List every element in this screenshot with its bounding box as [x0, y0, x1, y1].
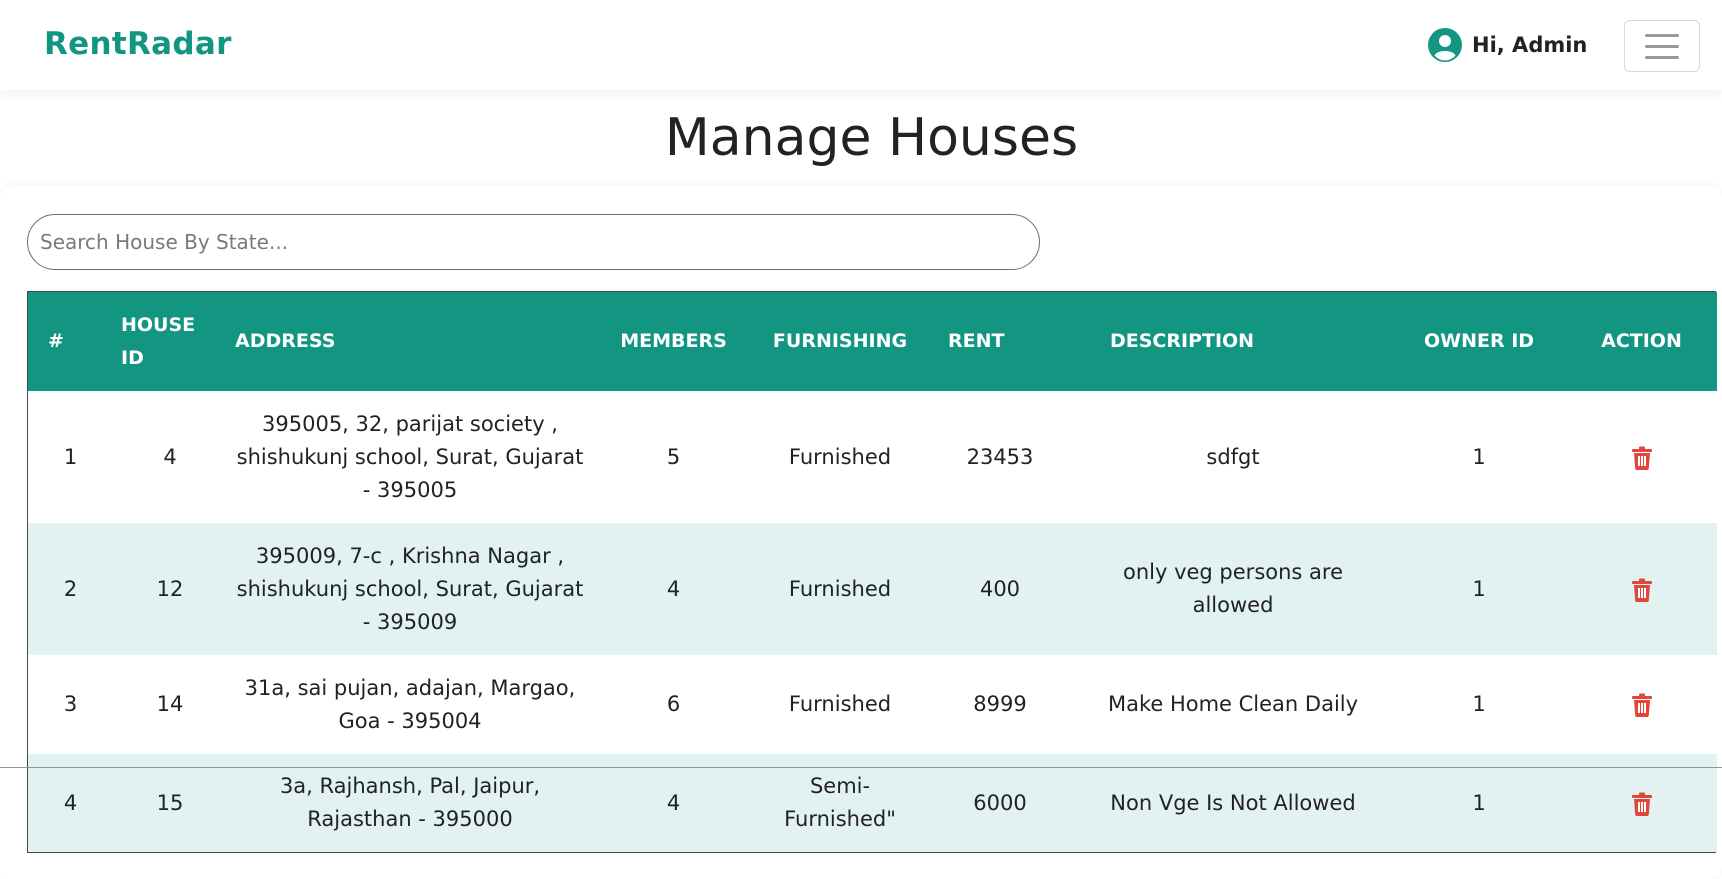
cell-rent: 23453 [966, 444, 1034, 469]
column-header-house-id: HOUSE ID [121, 313, 196, 369]
cell-members: 6 [666, 692, 681, 716]
column-header-furnishing: FURNISHING [772, 330, 908, 352]
table-header-row: # HOUSE ID ADDRESS MEMBERS FURNISHING RE… [28, 292, 1717, 391]
cell-description: Non Vge Is Not Allowed [1110, 790, 1356, 815]
hamburger-icon [1645, 33, 1679, 37]
cell-house-id: 14 [156, 692, 184, 716]
table-row: 4 15 3a, Rajhansh, Pal, Jaipur, Rajastha… [28, 754, 1717, 852]
user-circle-icon [1428, 28, 1462, 62]
cell-rent: 8999 [973, 692, 1027, 716]
column-header-rent: RENT [948, 330, 1005, 352]
trash-icon[interactable] [1631, 578, 1653, 602]
cell-members: 5 [666, 444, 681, 469]
search-input[interactable] [27, 214, 1040, 270]
cell-furnishing: Furnished [788, 444, 892, 469]
navbar: RentRadar Hi, Admin [0, 0, 1722, 90]
divider [0, 767, 1722, 768]
brand-logo[interactable]: RentRadar [44, 26, 232, 62]
cell-owner-id: 1 [1472, 444, 1486, 469]
cell-owner-id: 1 [1472, 576, 1486, 601]
cell-owner-id: 1 [1472, 790, 1486, 815]
cell-action [1566, 391, 1717, 523]
cell-house-id: 12 [156, 576, 184, 601]
cell-house-id: 15 [156, 790, 184, 815]
cell-description: sdfgt [1206, 444, 1260, 469]
cell-description: only veg persons are allowed [1122, 560, 1343, 617]
cell-number: 1 [63, 444, 78, 469]
houses-table-container: # HOUSE ID ADDRESS MEMBERS FURNISHING RE… [27, 291, 1717, 853]
houses-table: # HOUSE ID ADDRESS MEMBERS FURNISHING RE… [28, 292, 1717, 852]
trash-icon[interactable] [1631, 693, 1653, 717]
cell-house-id: 4 [163, 444, 177, 469]
cell-address: 395005, 32, parijat society , shishukunj… [236, 411, 584, 502]
cell-action [1566, 754, 1717, 852]
cell-number: 3 [63, 692, 78, 716]
cell-address: 395009, 7-c , Krishna Nagar , shishukunj… [236, 543, 584, 634]
cell-furnishing: Semi-Furnished" [784, 774, 896, 831]
user-greeting: Hi, Admin [1472, 33, 1588, 57]
cell-description: Make Home Clean Daily [1107, 692, 1359, 716]
trash-icon[interactable] [1631, 792, 1653, 816]
user-menu[interactable]: Hi, Admin [1428, 27, 1587, 63]
column-header-owner-id: OWNER ID [1423, 330, 1535, 352]
cell-members: 4 [666, 790, 681, 815]
column-header-members: MEMBERS [620, 330, 727, 352]
trash-icon[interactable] [1631, 446, 1653, 470]
page-title: Manage Houses [664, 108, 1079, 168]
cell-owner-id: 1 [1472, 692, 1486, 716]
cell-address: 31a, sai pujan, adajan, Margao, Goa - 39… [244, 675, 576, 733]
cell-members: 4 [666, 576, 681, 601]
cell-rent: 6000 [973, 790, 1027, 815]
hamburger-menu-button[interactable] [1624, 20, 1700, 72]
cell-number: 4 [63, 790, 78, 815]
cell-action [1566, 655, 1717, 754]
column-header-action: ACTION [1601, 330, 1682, 352]
table-row: 3 14 31a, sai pujan, adajan, Margao, Goa… [28, 655, 1717, 754]
table-row: 1 4 395005, 32, parijat society , shishu… [28, 391, 1717, 523]
cell-furnishing: Furnished [788, 576, 892, 601]
cell-action [1566, 523, 1717, 655]
column-header-number: # [48, 330, 64, 352]
column-header-description: DESCRIPTION [1110, 330, 1255, 352]
cell-furnishing: Furnished [788, 692, 892, 716]
table-row: 2 12 395009, 7-c , Krishna Nagar , shish… [28, 523, 1717, 655]
cell-number: 2 [63, 576, 78, 601]
column-header-address: ADDRESS [235, 330, 336, 352]
cell-address: 3a, Rajhansh, Pal, Jaipur, Rajasthan - 3… [279, 774, 541, 831]
cell-rent: 400 [979, 576, 1021, 601]
